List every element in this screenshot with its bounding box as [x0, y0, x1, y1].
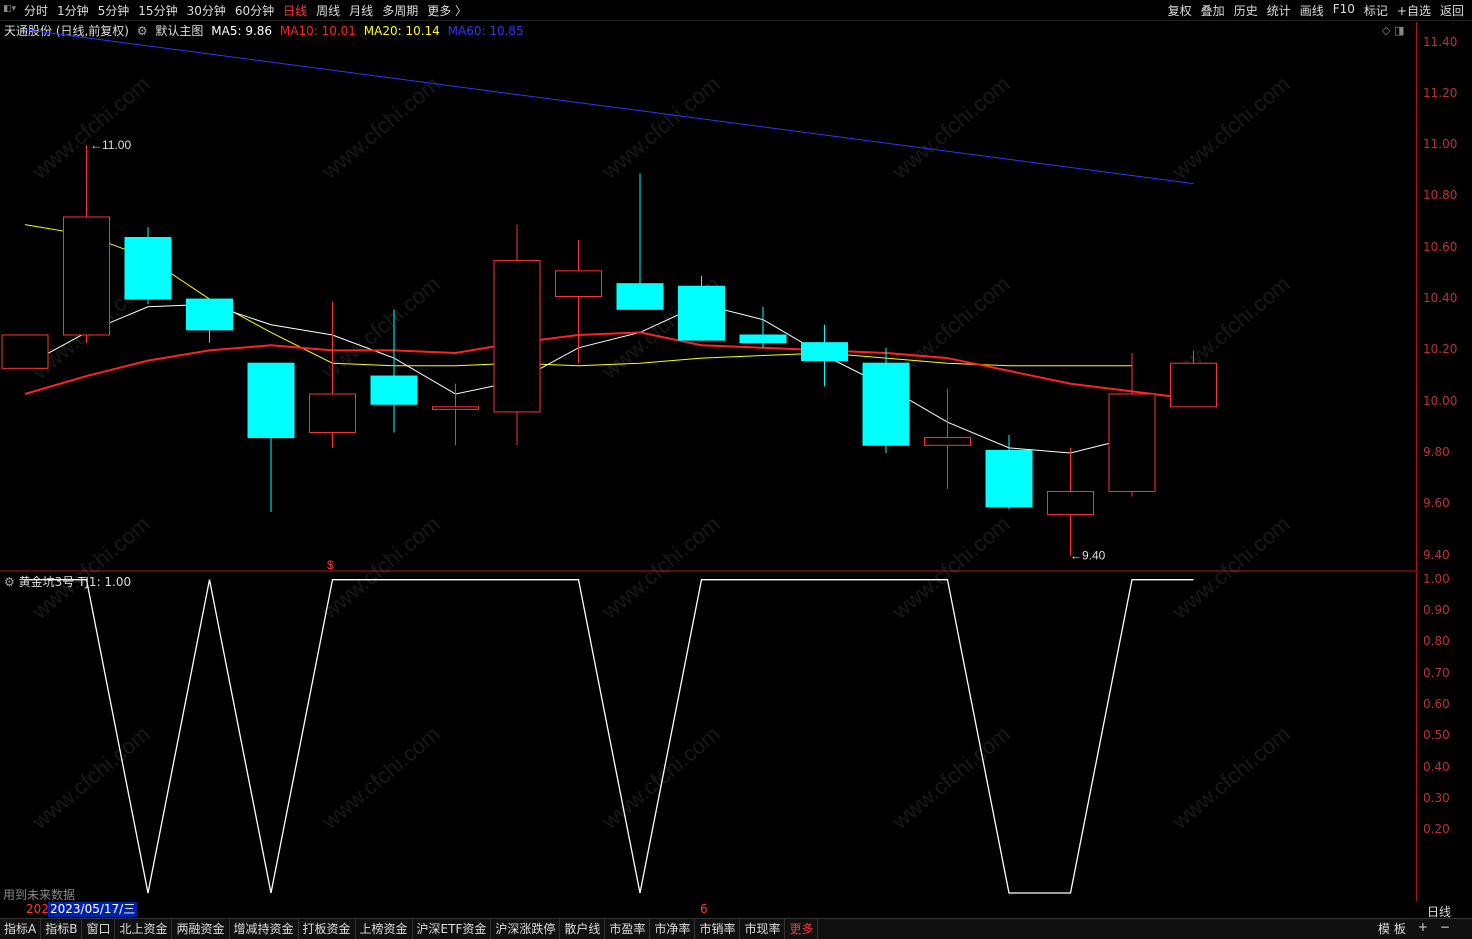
indicator-tab-15[interactable]: 更多 [785, 919, 819, 939]
indicator-tab-7[interactable]: 上榜资金 [356, 919, 413, 939]
signal-marker: $ [327, 558, 334, 572]
indicator-tab-11[interactable]: 市盈率 [605, 919, 651, 939]
candle-body [370, 375, 418, 405]
watermark-text: www.cfchi.com [886, 511, 1014, 624]
indicator-tab-6[interactable]: 打板资金 [299, 919, 356, 939]
indicator-tab-8[interactable]: 沪深ETF资金 [413, 919, 492, 939]
bottom-control-0[interactable]: 模 板 [1378, 920, 1406, 937]
axis-tick-label: 0.30 [1423, 791, 1450, 805]
indicator-tab-13[interactable]: 市销率 [695, 919, 741, 939]
high-price-label: ←11.00 [90, 138, 131, 152]
watermark-text: www.cfchi.com [886, 721, 1014, 834]
low-price-label: ←9.40 [1070, 549, 1106, 563]
axis-tick-label: 11.00 [1423, 137, 1458, 152]
axis-tick-label: 0.60 [1423, 697, 1450, 711]
axis-tick-label: 9.60 [1423, 496, 1450, 511]
axis-tick-label: 0.70 [1423, 665, 1450, 680]
candle-body [63, 216, 110, 336]
bottom-control-2[interactable]: − [1440, 920, 1450, 937]
candle-body [555, 270, 602, 297]
watermark-text: www.cfchi.com [316, 511, 444, 624]
watermark-text: www.cfchi.com [1166, 71, 1294, 184]
axis-tick-label: 11.40 [1423, 34, 1458, 49]
axis-tick-label: 11.20 [1423, 85, 1458, 100]
axis-tick-label: 0.20 [1423, 822, 1450, 837]
kline-chart[interactable]: www.cfchi.com www.cfchi.com www.cfchi.com w… [0, 0, 1416, 900]
candle-body [616, 283, 664, 310]
candle-body [1108, 393, 1156, 492]
cursor-date: 2023/05/17/三 [48, 902, 138, 917]
watermark-text: www.cfchi.com [316, 271, 444, 384]
candle-body [1, 334, 49, 369]
axis-tick-label: 0.90 [1423, 603, 1450, 617]
watermark-text: www.cfchi.com [596, 721, 724, 834]
future-data-note: 用到未来数据 [3, 888, 76, 902]
candle-body [309, 393, 356, 433]
indicator-name[interactable]: 黄金坑3号 [19, 575, 75, 589]
watermark-text: www.cfchi.com [1166, 721, 1294, 834]
candle-body [862, 362, 910, 446]
axis-tick-label: 0.50 [1423, 728, 1450, 743]
indicator-tab-14[interactable]: 市现率 [740, 919, 786, 939]
indicator-tabs: 指标A 指标B 窗口 北上资金 两融资金 增减持资金 打板资金 上榜资金 沪深ETF资金 沪深涨跌… [0, 918, 1472, 939]
indicator-dropdown-icon[interactable]: ⚙ [4, 575, 15, 589]
axis-tick-label: 1.00 [1423, 571, 1450, 586]
axis-tick-label: 10.60 [1423, 239, 1458, 254]
indicator-tab-3[interactable]: 北上资金 [115, 919, 173, 939]
candles [1, 145, 1217, 556]
candle-body [493, 260, 541, 413]
indicator-tab-12[interactable]: 市净率 [650, 919, 696, 939]
axis-tick-label: 0.80 [1423, 634, 1450, 649]
watermark-text: www.cfchi.com [596, 71, 724, 184]
watermark-text: www.cfchi.com [1166, 511, 1294, 624]
indicator-tab-10[interactable]: 散户线 [560, 919, 606, 939]
candle-body [924, 437, 971, 446]
axis-tick-label: 10.00 [1423, 393, 1458, 408]
tj1-path [25, 579, 1194, 894]
date-bar-left: 202 [26, 902, 49, 916]
indicator-info: ⚙ 黄金坑3号 TJ1: 1.00 [4, 573, 131, 590]
candle-body [432, 406, 479, 410]
indicator-tab-4[interactable]: 两融资金 [172, 919, 230, 939]
watermark-text: www.cfchi.com [316, 721, 444, 834]
watermark-text: www.cfchi.com [26, 721, 154, 834]
indicator-tab-2[interactable]: 窗口 [82, 919, 116, 939]
date-bar-mid: 6 [700, 902, 708, 916]
price-annotations: ←11.00 ←9.40 $ [90, 138, 1106, 572]
bottom-control-1[interactable]: + [1418, 920, 1428, 937]
indicator-tab-1[interactable]: 指标B [41, 919, 83, 939]
indicator-value: TJ1: 1.00 [78, 575, 132, 589]
watermark-text: www.cfchi.com [596, 511, 724, 624]
indicator-tab-9[interactable]: 沪深涨跌停 [491, 919, 561, 939]
date-bar: 202 2023/05/17/三 6 [0, 902, 1416, 918]
axis-tick-label: 10.40 [1423, 291, 1458, 306]
watermark-text: www.cfchi.com [26, 511, 154, 624]
candle-body [186, 298, 233, 331]
indicator-tab-0[interactable]: 指标A [0, 919, 42, 939]
indicator-tab-5[interactable]: 增减持资金 [230, 919, 299, 939]
candle-body [1047, 490, 1094, 516]
axis-tick-label: 10.20 [1423, 342, 1458, 357]
candle-body [678, 285, 725, 341]
candle-body [1170, 362, 1217, 408]
tool-button-8[interactable]: 返回 [1440, 2, 1464, 19]
candle-body [247, 362, 295, 439]
axis-tick-label: 9.40 [1423, 547, 1450, 562]
axis-tick-label: 9.80 [1423, 444, 1450, 459]
indicator-axis: 1.00 0.90 0.80 0.70 0.60 0.50 0.40 0.30 0.20 [1416, 572, 1472, 901]
candle-body [985, 449, 1033, 508]
axis-tick-label: 0.40 [1423, 759, 1450, 774]
candle-body [124, 236, 172, 300]
watermark-text: www.cfchi.com [26, 71, 154, 184]
axis-tick-label: 10.80 [1423, 188, 1458, 203]
price-axis: 11.40 11.20 11.00 10.80 10.60 10.40 10.20 10.00… [1416, 22, 1472, 571]
candle-body [801, 342, 848, 362]
watermark-text: www.cfchi.com [886, 71, 1014, 184]
candle-body [739, 334, 787, 344]
watermark-text: www.cfchi.com [316, 71, 444, 184]
bottom-right-controls: 模 板 + − [1378, 920, 1450, 937]
tj1-line [25, 579, 1194, 894]
